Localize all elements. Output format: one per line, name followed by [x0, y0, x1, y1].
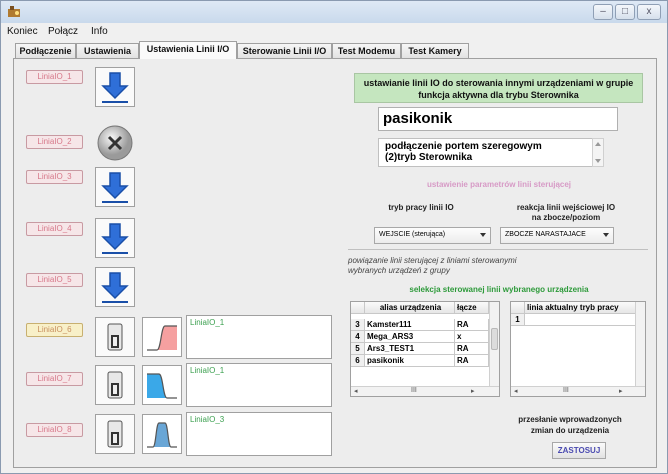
tab-test-kamery[interactable]: Test Kamery: [401, 43, 469, 58]
down-arrow-icon: [101, 172, 129, 203]
send-label-line-2: zmian do urządzenia: [530, 426, 610, 435]
line-button-8[interactable]: LiniaIO_8: [26, 423, 83, 437]
reaction-label-line-2: na zbocze/poziom: [531, 213, 601, 222]
tab-content: LiniaIO_1 LiniaIO_2 LiniaIO_3 LiniaIO_4 …: [13, 58, 657, 468]
reaction-select-value: ZBOCZE NARASTAJACE: [505, 231, 586, 238]
title-bar: – □ x: [1, 1, 667, 23]
scroll-arrows-icon: [595, 142, 601, 163]
mode-label: tryb pracy linii IO: [388, 203, 454, 212]
link-text-line-1: powiązanie linii sterującej z liniami st…: [348, 256, 517, 265]
maximize-button[interactable]: □: [615, 4, 635, 20]
down-arrow-button-3[interactable]: [95, 167, 135, 207]
table-vertical-scrollbar[interactable]: [489, 302, 499, 386]
menu-polacz[interactable]: Połącz: [48, 26, 78, 37]
scroll-thumb[interactable]: [491, 328, 498, 350]
down-arrow-icon: [101, 72, 129, 103]
table-horizontal-scrollbar[interactable]: ◂ III ▸: [351, 386, 499, 396]
signal-rising-6: [142, 317, 182, 357]
switch-icon: [107, 420, 123, 448]
menu-bar: Koniec Połącz Info: [1, 23, 667, 41]
header-link[interactable]: łącze: [455, 302, 489, 314]
reaction-select[interactable]: ZBOCZE NARASTAJACE: [500, 227, 614, 244]
chevron-down-icon: [480, 233, 486, 237]
tab-podlaczenie[interactable]: Podłączenie: [15, 43, 76, 58]
signal-target-box-6: LiniaIO_1: [186, 315, 332, 359]
down-arrow-button-5[interactable]: [95, 267, 135, 307]
scroll-left-icon: ◂: [514, 388, 518, 395]
down-arrow-icon: [101, 272, 129, 303]
down-arrow-icon: [101, 223, 129, 254]
signal-pulse-8: [142, 414, 182, 454]
select-title: selekcja sterowanej linii wybranego urzą…: [409, 285, 589, 294]
menu-koniec[interactable]: Koniec: [7, 26, 38, 37]
x-circle-button-2[interactable]: [95, 123, 135, 163]
down-arrow-button-4[interactable]: [95, 218, 135, 258]
toggle-switch-8[interactable]: [95, 414, 135, 454]
link-description: powiązanie linii sterującej z liniami st…: [348, 256, 618, 276]
scroll-grip: III: [411, 387, 417, 394]
reaction-label-line-1: reakcja linii wejściowej IO: [516, 203, 616, 212]
close-circle-icon: [97, 125, 133, 161]
down-arrow-button-1[interactable]: [95, 67, 135, 107]
line-button-7[interactable]: LiniaIO_7: [26, 372, 83, 386]
menu-info[interactable]: Info: [91, 26, 108, 37]
switch-icon: [107, 323, 123, 351]
pulse-icon: [147, 422, 177, 448]
minimize-button[interactable]: –: [593, 4, 613, 20]
chevron-down-icon: [603, 233, 609, 237]
line-button-2[interactable]: LiniaIO_2: [26, 135, 83, 149]
lines-horizontal-scrollbar[interactable]: ◂ III ▸: [511, 386, 645, 396]
device-description: podłączenie portem szeregowym (2)tryb St…: [378, 138, 593, 167]
header-alias[interactable]: alias urządzenia: [365, 302, 455, 314]
signal-target-text: LiniaIO_3: [190, 415, 225, 424]
signal-falling-7: [142, 365, 182, 405]
lines-vertical-scrollbar[interactable]: [635, 302, 645, 386]
falling-edge-icon: [147, 373, 177, 399]
line-button-3[interactable]: LiniaIO_3: [26, 170, 83, 184]
scroll-right-icon: ▸: [471, 388, 475, 395]
params-title: ustawienie parametrów linii sterującej: [426, 180, 572, 189]
tab-ustawienia[interactable]: Ustawienia: [76, 43, 139, 58]
switch-icon: [107, 371, 123, 399]
close-button[interactable]: x: [637, 4, 661, 20]
lines-table[interactable]: linia aktualny tryb pracy 1 ◂ III ▸: [510, 301, 646, 397]
devices-table[interactable]: alias urządzenia łącze 2 Camster TCP 3 K…: [350, 301, 500, 397]
link-text-line-2: wybranych urządzeń z grupy: [348, 266, 450, 275]
mode-select[interactable]: WEJSCIE (sterująca): [374, 227, 491, 244]
toggle-switch-6[interactable]: [95, 317, 135, 357]
mode-select-value: WEJSCIE (sterująca): [379, 231, 446, 238]
signal-target-box-8: LiniaIO_3: [186, 412, 332, 456]
info-banner: ustawianie linii IO do sterowania innymi…: [354, 73, 643, 103]
line-button-4[interactable]: LiniaIO_4: [26, 222, 83, 236]
divider: [348, 249, 648, 250]
rising-edge-icon: [147, 325, 177, 351]
reaction-label: reakcja linii wejściowej IO na zbocze/po…: [496, 203, 636, 223]
app-window: – □ x Koniec Połącz Info Podłączenie Ust…: [0, 0, 668, 474]
description-line-2: (2)tryb Sterownika: [385, 152, 473, 163]
line-button-6[interactable]: LiniaIO_6: [26, 323, 83, 337]
send-label: przesłanie wprowadzonych zmian do urządz…: [500, 414, 640, 436]
info-line-1: ustawianie linii IO do sterowania innymi…: [363, 78, 634, 88]
signal-target-text: LiniaIO_1: [190, 366, 225, 375]
signal-target-text: LiniaIO_1: [190, 318, 225, 327]
tab-test-modemu[interactable]: Test Modemu: [332, 43, 401, 58]
app-icon: [8, 6, 20, 17]
description-scrollbar[interactable]: [592, 138, 604, 167]
send-label-line-1: przesłanie wprowadzonych: [518, 415, 622, 424]
header-line-mode[interactable]: linia aktualny tryb pracy: [525, 302, 637, 314]
info-line-2: funkcja aktywna dla trybu Sterownika: [418, 90, 579, 100]
tab-ustawienia-linii-io[interactable]: Ustawienia Linii I/O: [139, 41, 237, 59]
apply-button[interactable]: ZASTOSUJ: [552, 442, 606, 459]
line-button-1[interactable]: LiniaIO_1: [26, 70, 83, 84]
signal-target-box-7: LiniaIO_1: [186, 363, 332, 407]
tab-sterowanie-linii-io[interactable]: Sterowanie Linii I/O: [237, 43, 332, 58]
description-line-1: podłączenie portem szeregowym: [385, 141, 542, 152]
scroll-right-icon: ▸: [619, 388, 623, 395]
device-name-field[interactable]: pasikonik: [378, 107, 618, 131]
scroll-grip: III: [563, 387, 569, 394]
scroll-left-icon: ◂: [354, 388, 358, 395]
line-button-5[interactable]: LiniaIO_5: [26, 273, 83, 287]
toggle-switch-7[interactable]: [95, 365, 135, 405]
